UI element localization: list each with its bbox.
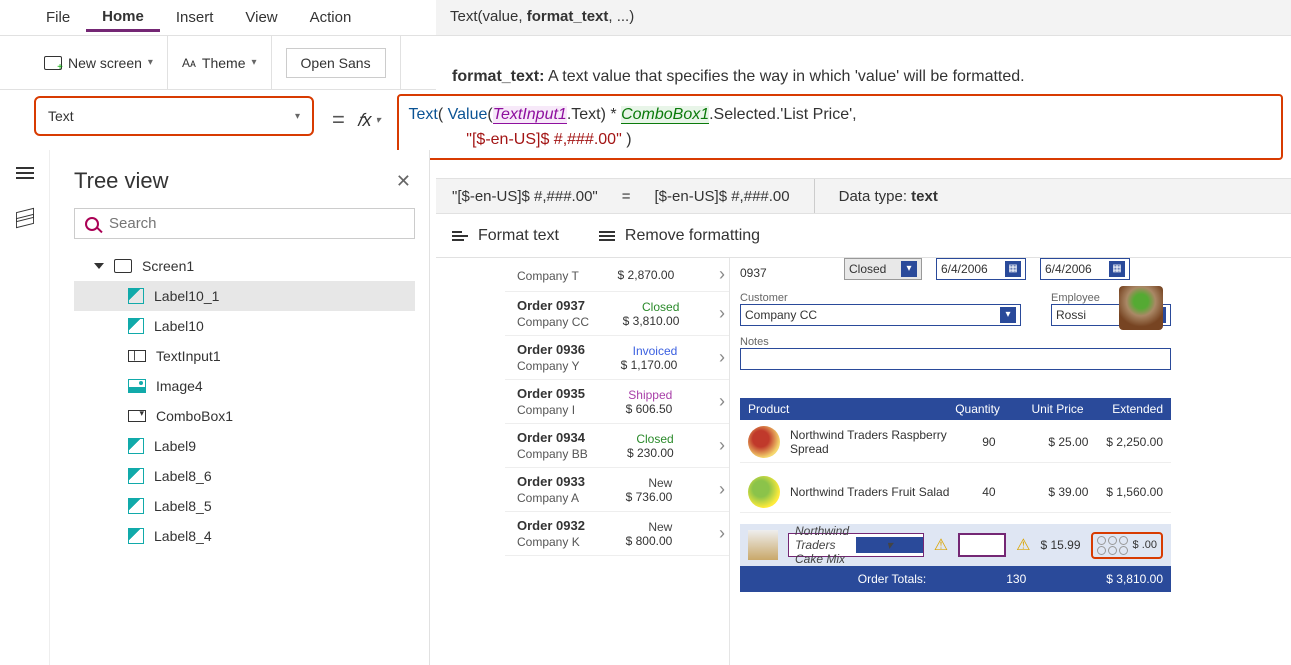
hamburger-icon[interactable] <box>16 164 34 182</box>
tree-node[interactable]: Label9 <box>74 431 415 461</box>
formula-result-bar: "[$-en-US]$ #,###.00" = [$-en-US]$ #,###… <box>436 178 1291 214</box>
pen-icon <box>128 528 144 544</box>
tree-node[interactable]: ComboBox1 <box>74 401 415 431</box>
order-row[interactable]: Order 0932Company K New$ 800.00 › <box>505 512 729 556</box>
new-product-row: Northwind Traders Cake Mix▾ ⚠ ⚠ $ 15.99 … <box>740 524 1171 566</box>
font-select[interactable]: Open Sans <box>286 48 386 78</box>
product-thumb <box>748 476 780 508</box>
chevron-down-icon: ▾ <box>252 57 257 68</box>
chevron-right-icon: › <box>713 303 725 324</box>
pen-icon <box>128 318 144 334</box>
employee-avatar <box>1119 286 1163 330</box>
product-thumb <box>748 426 780 458</box>
customer-select[interactable]: Company CC▾ <box>740 304 1021 326</box>
notes-label: Notes <box>740 336 1171 348</box>
search-input[interactable] <box>109 215 404 232</box>
pen-icon <box>128 498 144 514</box>
remove-formatting-button[interactable]: Remove formatting <box>599 227 760 245</box>
tree-node-screen[interactable]: Screen1 <box>74 251 415 281</box>
order-row[interactable]: Order 0937Company CC Closed$ 3,810.00 › <box>505 292 729 336</box>
format-toolbar: Format text Remove formatting <box>436 214 1291 258</box>
menu-home[interactable]: Home <box>86 4 160 32</box>
tree-view-icon[interactable] <box>15 210 35 226</box>
order-id-value: 0937 <box>740 266 830 280</box>
tree-view: Tree view ✕ Screen1 Label10_1Label10Text… <box>50 150 429 665</box>
screen-icon <box>114 259 132 273</box>
left-panel: Tree view ✕ Screen1 Label10_1Label10Text… <box>0 150 430 665</box>
function-signature-tip: Text(value, format_text, ...) <box>436 0 1291 36</box>
chevron-down-icon: ▾ <box>148 57 153 68</box>
products-header: ProductQuantityUnit PriceExtended <box>740 398 1171 420</box>
pen-icon <box>128 288 144 304</box>
chevron-down-icon: ▾ <box>295 111 300 122</box>
screen-icon <box>44 56 62 70</box>
tree-node[interactable]: Label8_4 <box>74 521 415 551</box>
customer-label: Customer <box>740 292 1021 304</box>
left-sidebar <box>0 150 50 665</box>
result-lhs: "[$-en-US]$ #,###.00" <box>452 188 598 205</box>
tree-search[interactable] <box>74 208 415 239</box>
selection-handles-icon <box>1097 536 1129 555</box>
format-text-button[interactable]: Format text <box>452 227 559 245</box>
chevron-right-icon: › <box>713 523 725 544</box>
expand-icon[interactable] <box>94 263 104 269</box>
product-thumb <box>748 530 778 560</box>
order-row[interactable]: Order 0936Company Y Invoiced$ 1,170.00 › <box>505 336 729 380</box>
chevron-right-icon: › <box>713 347 725 368</box>
notes-field[interactable] <box>740 348 1171 370</box>
tree-node[interactable]: Image4 <box>74 371 415 401</box>
quantity-input[interactable] <box>958 533 1006 557</box>
product-combobox[interactable]: Northwind Traders Cake Mix▾ <box>788 533 924 557</box>
menu-view[interactable]: View <box>229 5 293 30</box>
orders-gallery[interactable]: Company T $ 2,870.00 ›Order 0937Company … <box>505 258 730 665</box>
tree-node[interactable]: Label8_6 <box>74 461 415 491</box>
pen-icon <box>128 438 144 454</box>
tree-node[interactable]: Label8_5 <box>74 491 415 521</box>
order-totals-row: Order Totals: 130 $ 3,810.00 <box>740 566 1171 592</box>
product-row[interactable]: Northwind Traders Fruit Salad40$ 39.00$ … <box>740 472 1171 513</box>
menu-file[interactable]: File <box>30 5 86 30</box>
remove-format-icon <box>599 231 615 241</box>
result-rhs: [$-en-US]$ #,###.00 <box>655 188 790 205</box>
date2-field[interactable]: 6/4/2006▦ <box>1040 258 1130 280</box>
status-select[interactable]: Closed▾ <box>844 258 922 280</box>
property-select[interactable]: Text ▾ <box>34 96 314 136</box>
new-screen-button[interactable]: New screen ▾ <box>44 55 153 71</box>
chevron-right-icon: › <box>713 391 725 412</box>
menu-insert[interactable]: Insert <box>160 5 230 30</box>
chevron-right-icon: › <box>713 435 725 456</box>
extended-label-selected[interactable]: $ .00 <box>1091 532 1163 559</box>
pen-icon <box>128 468 144 484</box>
order-row[interactable]: Order 0935Company I Shipped$ 606.50 › <box>505 380 729 424</box>
format-icon <box>452 231 468 241</box>
warning-icon: ⚠ <box>934 535 948 555</box>
product-row[interactable]: Northwind Traders Raspberry Spread90$ 25… <box>740 422 1171 463</box>
formula-bar: Text ▾ = 𝑓x▾ Text( Value(TextInput1.Text… <box>0 90 1291 150</box>
order-form: 0937 Closed▾ 6/4/2006▦ 6/4/2006▦ Custome… <box>740 258 1171 370</box>
date1-field[interactable]: 6/4/2006▦ <box>936 258 1026 280</box>
theme-icon: Aᴀ <box>182 56 196 70</box>
txtin-icon <box>128 350 146 362</box>
order-row[interactable]: Company T $ 2,870.00 › <box>505 258 729 292</box>
img-icon <box>128 379 146 393</box>
tree-node[interactable]: Label10_1 <box>74 281 415 311</box>
warning-icon: ⚠ <box>1016 535 1030 555</box>
combo-icon <box>128 410 146 422</box>
chevron-right-icon: › <box>713 479 725 500</box>
formula-input[interactable]: Text( Value(TextInput1.Text) * ComboBox1… <box>397 94 1284 160</box>
tree-node[interactable]: TextInput1 <box>74 341 415 371</box>
search-icon <box>85 217 99 231</box>
order-row[interactable]: Order 0934Company BB Closed$ 230.00 › <box>505 424 729 468</box>
equals-label: = <box>328 107 349 133</box>
tree-node[interactable]: Label10 <box>74 311 415 341</box>
theme-button[interactable]: Aᴀ Theme ▾ <box>182 55 257 71</box>
app-canvas: Company T $ 2,870.00 ›Order 0937Company … <box>430 258 1291 665</box>
menu-action[interactable]: Action <box>294 5 368 30</box>
chevron-right-icon: › <box>713 264 725 285</box>
tree-title: Tree view <box>74 168 169 194</box>
unit-price-value: $ 15.99 <box>1040 538 1080 552</box>
close-icon[interactable]: ✕ <box>396 171 411 192</box>
order-row[interactable]: Order 0933Company A New$ 736.00 › <box>505 468 729 512</box>
fx-button[interactable]: 𝑓x▾ <box>349 110 389 131</box>
